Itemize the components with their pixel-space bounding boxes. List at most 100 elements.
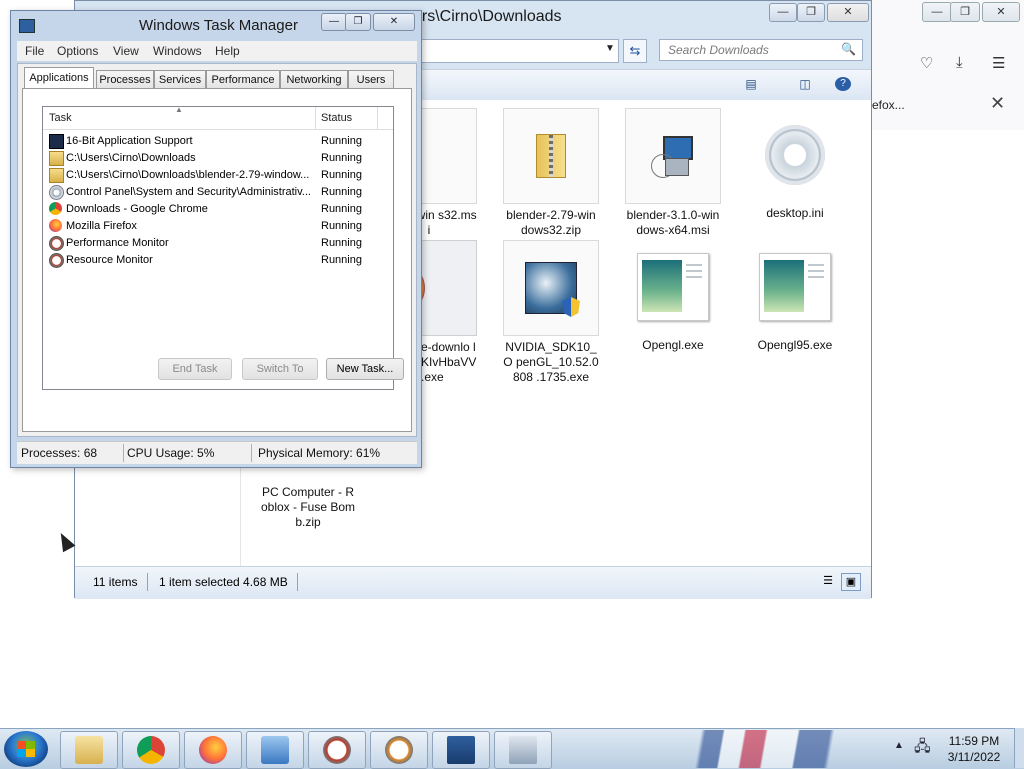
folder-icon — [49, 151, 64, 166]
taskbar-display[interactable] — [494, 731, 552, 769]
close-button[interactable]: ✕ — [827, 3, 869, 22]
row-status: Running — [321, 220, 362, 232]
help-icon[interactable]: ? — [835, 77, 851, 91]
file-thumbnail — [503, 108, 599, 204]
task-manager-window: Windows Task Manager — ❐ ✕ File Options … — [10, 10, 422, 468]
taskbar-explorer[interactable] — [60, 731, 118, 769]
task-manager-statusbar: Processes: 68 CPU Usage: 5% Physical Mem… — [17, 441, 417, 464]
exe-thumbnail-icon — [637, 253, 709, 321]
column-status[interactable]: Status — [321, 112, 352, 124]
tab-users[interactable]: Users — [348, 70, 394, 89]
tab-applications[interactable]: Applications — [24, 67, 94, 90]
table-row[interactable]: Mozilla Firefox Running — [47, 218, 393, 235]
table-row[interactable]: Control Panel\System and Security\Admini… — [47, 184, 393, 201]
resource-monitor-icon — [49, 253, 64, 268]
tab-performance[interactable]: Performance — [206, 70, 280, 89]
tab-services[interactable]: Services — [154, 70, 206, 89]
refresh-icon[interactable]: ⇆ — [623, 39, 647, 63]
file-thumbnail — [748, 240, 842, 334]
address-dropdown-icon[interactable]: ▼ — [605, 43, 615, 54]
list-header: ▲ Task Status — [43, 105, 393, 130]
minimize-button[interactable]: — — [321, 13, 347, 31]
tray-expand-icon[interactable]: ▲ — [894, 740, 904, 751]
clock[interactable]: 11:59 PM 3/11/2022 — [938, 733, 1010, 765]
menu-icon[interactable]: ☰ — [992, 54, 1005, 72]
row-task: 16-Bit Application Support — [66, 135, 193, 147]
end-task-button[interactable]: End Task — [158, 358, 232, 380]
chrome-icon — [137, 736, 165, 764]
search-input[interactable]: Search Downloads 🔍 — [659, 39, 863, 61]
file-item[interactable]: Opengl95.exe — [747, 240, 843, 353]
table-row[interactable]: Performance Monitor Running — [47, 235, 393, 252]
file-label: NVIDIA_SDK10_O penGL_10.52.0808 .1735.ex… — [503, 340, 599, 384]
clock-time: 11:59 PM — [948, 734, 1000, 748]
file-item[interactable]: Opengl.exe — [625, 240, 721, 353]
firefox-maximize-button[interactable]: ❐ — [950, 2, 980, 22]
views-icon[interactable]: ▤ — [743, 77, 759, 91]
firefox-close-button[interactable]: ✕ — [982, 2, 1020, 22]
task-list: ▲ Task Status 16-Bit Application Support… — [42, 105, 394, 390]
file-thumbnail — [748, 108, 842, 202]
table-row[interactable]: C:\Users\Cirno\Downloads Running — [47, 150, 393, 167]
minimize-button[interactable]: — — [769, 3, 797, 22]
menu-file[interactable]: File — [25, 44, 44, 58]
exe-thumbnail-icon — [759, 253, 831, 321]
show-desktop-button[interactable] — [1014, 728, 1024, 768]
display-icon — [509, 736, 537, 764]
menu-view[interactable]: View — [113, 44, 139, 58]
selection-info: 1 item selected 4.68 MB — [159, 575, 288, 589]
task-manager-body: Applications Processes Services Performa… — [17, 63, 417, 437]
file-item[interactable]: blender-2.79-win dows32.zip — [503, 108, 599, 238]
network-icon[interactable]: 🖧 — [914, 736, 931, 761]
file-item[interactable]: blender-3.1.0-win dows-x64.msi — [625, 108, 721, 238]
taskbar-chrome[interactable] — [122, 731, 180, 769]
file-label: Opengl95.exe — [757, 338, 833, 352]
windows-explorer-icon — [75, 736, 103, 764]
row-status: Running — [321, 152, 362, 164]
taskbar-firefox[interactable] — [184, 731, 242, 769]
address-bar[interactable] — [421, 39, 619, 63]
pocket-icon[interactable]: ♡ — [920, 54, 933, 72]
physical-memory: Physical Memory: 61% — [258, 446, 381, 460]
tab-processes[interactable]: Processes — [96, 70, 154, 89]
task-manager-icon — [19, 19, 35, 33]
explorer-statusbar: 11 items 1 item selected 4.68 MB ☰ ▣ — [75, 566, 871, 599]
menu-options[interactable]: Options — [57, 44, 98, 58]
tab-networking[interactable]: Networking — [280, 70, 348, 89]
table-row[interactable]: C:\Users\Cirno\Downloads\blender-2.79-wi… — [47, 167, 393, 184]
switch-to-button[interactable]: Switch To — [242, 358, 318, 380]
maximize-button[interactable]: ❐ — [797, 3, 825, 22]
processes-count: Processes: 68 — [21, 446, 98, 460]
chrome-icon — [49, 202, 62, 215]
taskbar-resource-monitor[interactable] — [370, 731, 428, 769]
new-task-button[interactable]: New Task... — [326, 358, 404, 380]
firefox-minimize-button[interactable]: — — [922, 2, 952, 22]
file-label: Opengl.exe — [642, 338, 704, 352]
file-item[interactable]: desktop.ini — [747, 108, 843, 221]
menu-bar: File Options View Windows Help — [17, 41, 417, 61]
close-icon[interactable]: ✕ — [990, 93, 1005, 114]
close-button[interactable]: ✕ — [373, 13, 415, 31]
large-icons-view-icon[interactable]: ▣ — [841, 573, 861, 591]
file-item[interactable]: PC Computer - Roblox - Fuse Bomb.zip — [260, 477, 356, 530]
table-row[interactable]: 16-Bit Application Support Running — [47, 133, 393, 150]
download-icon[interactable]: ⤓ — [956, 54, 963, 71]
search-icon[interactable]: 🔍 — [841, 42, 856, 56]
column-task[interactable]: Task — [49, 112, 72, 124]
taskbar-task-manager[interactable] — [432, 731, 490, 769]
menu-help[interactable]: Help — [215, 44, 240, 58]
table-row[interactable]: Resource Monitor Running — [47, 252, 393, 269]
maximize-button[interactable]: ❐ — [345, 13, 371, 31]
taskbar-control-panel[interactable] — [246, 731, 304, 769]
preview-pane-icon[interactable]: ◫ — [797, 77, 813, 91]
details-view-icon[interactable]: ☰ — [819, 573, 837, 589]
file-item[interactable]: NVIDIA_SDK10_O penGL_10.52.0808 .1735.ex… — [503, 240, 599, 385]
control-panel-icon — [261, 736, 289, 764]
file-label: blender-2.79-win dows32.zip — [506, 208, 596, 237]
table-row[interactable]: Downloads - Google Chrome Running — [47, 201, 393, 218]
taskbar-performance-monitor[interactable] — [308, 731, 366, 769]
row-task: Performance Monitor — [66, 237, 169, 249]
control-panel-icon — [49, 185, 64, 200]
start-button[interactable] — [4, 731, 48, 767]
menu-windows[interactable]: Windows — [153, 44, 202, 58]
